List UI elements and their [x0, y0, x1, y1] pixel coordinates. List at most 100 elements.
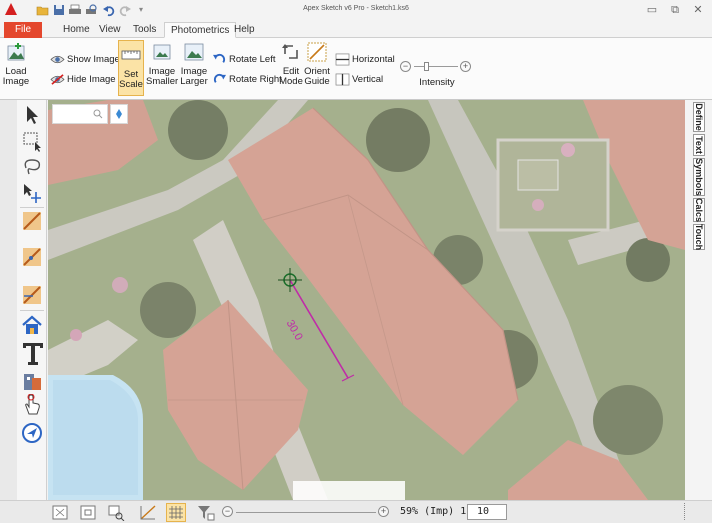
tab-touch[interactable]: Touch: [693, 224, 705, 250]
toolbar-divider-2: [20, 310, 44, 311]
image-larger-label-2: Larger: [180, 76, 208, 87]
title-bar: ▾ Apex Sketch v6 Pro - Sketch1.ks6 ▭ ⧉ ✕: [0, 0, 712, 20]
intensity-increase-button[interactable]: +: [460, 61, 471, 72]
draw-area-icon[interactable]: [21, 284, 43, 306]
rectangle-select-icon[interactable]: [21, 130, 43, 152]
map-search-input[interactable]: [52, 104, 108, 124]
orient-guide-button[interactable]: Orient Guide: [304, 42, 330, 87]
scale-input[interactable]: 10: [467, 504, 507, 520]
grid-icon: [169, 506, 183, 519]
edit-mode-button[interactable]: Edit Mode: [278, 42, 304, 87]
tab-symbols[interactable]: Symbols: [693, 158, 705, 196]
vertical-button[interactable]: Vertical: [335, 72, 383, 88]
intensity-decrease-button[interactable]: −: [400, 61, 411, 72]
aerial-map-canvas[interactable]: 30.0: [48, 100, 685, 500]
horizontal-label: Horizontal: [352, 54, 395, 65]
image-larger-icon: [184, 43, 204, 61]
tab-text[interactable]: Text: [693, 134, 705, 156]
lasso-icon[interactable]: [21, 156, 43, 178]
rotate-right-icon: [213, 73, 226, 83]
search-icon: [93, 109, 103, 119]
navigate-icon[interactable]: [21, 422, 43, 444]
image-larger-button[interactable]: Image Larger: [180, 42, 208, 87]
tab-tools[interactable]: Tools: [127, 22, 162, 38]
right-panel-tabs: Define Text Symbols Calcs Touch: [685, 100, 712, 500]
horizontal-button[interactable]: Horizontal: [335, 52, 395, 68]
status-bar: − + 59% (Imp) 1: 10: [0, 500, 712, 523]
zoom-window-button[interactable]: [106, 503, 126, 522]
rotate-right-label: Rotate Right: [229, 74, 282, 85]
rotate-left-icon: [213, 53, 226, 63]
rotate-left-label: Rotate Left: [229, 54, 276, 65]
zoom-window-icon: [108, 505, 125, 522]
window-title: Apex Sketch v6 Pro - Sketch1.ks6: [303, 5, 409, 12]
edit-mode-label-2: Mode: [279, 76, 303, 87]
image-smaller-label-2: Smaller: [146, 76, 179, 87]
tab-define[interactable]: Define: [693, 102, 705, 132]
zoom-level-text: 59% (Imp) 1:: [400, 506, 473, 517]
minimize-button[interactable]: ▭: [641, 2, 663, 18]
eye-icon: [50, 55, 65, 64]
edit-mode-icon: [282, 44, 298, 59]
locate-button[interactable]: [110, 104, 128, 124]
left-dock-strip: [0, 100, 17, 523]
house-icon[interactable]: [21, 314, 43, 336]
rotate-left-button[interactable]: Rotate Left: [212, 52, 275, 68]
toolbar-divider: [20, 207, 44, 208]
touch-icon[interactable]: [21, 394, 43, 416]
tab-home[interactable]: Home: [57, 22, 96, 38]
move-icon[interactable]: [21, 182, 43, 204]
ribbon-photometrics: Load Image Show Image Hide Image Set Sca…: [0, 38, 712, 100]
rotate-right-button[interactable]: Rotate Right: [212, 72, 282, 88]
zoom-extent-button[interactable]: [78, 503, 98, 522]
horizontal-icon: [335, 53, 350, 66]
intensity-slider[interactable]: − +: [400, 60, 472, 74]
vertical-label: Vertical: [352, 74, 384, 85]
intensity-label: Intensity: [419, 77, 455, 88]
hide-image-label: Hide Image: [67, 74, 116, 85]
tab-help[interactable]: Help: [228, 22, 261, 38]
hide-image-button[interactable]: Hide Image: [50, 72, 116, 88]
load-image-label-2: Image: [2, 76, 30, 87]
tab-calcs[interactable]: Calcs: [693, 198, 705, 222]
text-icon[interactable]: [21, 340, 45, 366]
tab-file[interactable]: File: [4, 22, 42, 38]
draw-polygon-icon[interactable]: [21, 246, 43, 268]
locate-icon: [116, 109, 122, 119]
restore-button[interactable]: ⧉: [664, 2, 686, 18]
tab-photometrics[interactable]: Photometrics: [164, 22, 237, 38]
load-image-button[interactable]: Load Image: [0, 42, 32, 87]
intensity-thumb[interactable]: [424, 62, 429, 71]
orient-guide-icon: [307, 42, 327, 62]
ribbon-tabs: File Home View Tools Photometrics Help: [0, 20, 712, 38]
aerial-image: [48, 100, 685, 500]
draw-segment-icon[interactable]: [21, 210, 43, 232]
orient-guide-label-2: Guide: [304, 76, 330, 87]
set-scale-label-2: Scale: [119, 79, 143, 90]
zoom-out-button[interactable]: −: [222, 506, 233, 517]
resize-grip[interactable]: [684, 503, 687, 520]
filter-button[interactable]: [196, 503, 216, 522]
vertical-icon: [335, 73, 350, 86]
tooltip-popup: [293, 481, 405, 500]
zoom-slider-track[interactable]: [236, 512, 376, 513]
symbol-icon[interactable]: [21, 370, 43, 392]
show-image-button[interactable]: Show Image: [50, 52, 120, 68]
zoom-fit-icon: [52, 505, 68, 520]
zoom-fit-button[interactable]: [50, 503, 70, 522]
drawing-toolbar: [17, 100, 47, 500]
tab-view[interactable]: View: [93, 22, 127, 38]
zoom-extent-icon: [80, 505, 96, 520]
show-image-label: Show Image: [67, 54, 120, 65]
close-button[interactable]: ✕: [687, 2, 709, 18]
set-scale-button[interactable]: Set Scale: [118, 40, 144, 96]
ruler-icon: [121, 50, 141, 60]
grid-button[interactable]: [166, 503, 186, 522]
eye-hidden-icon: [50, 74, 65, 85]
grid-snap-icon: [140, 505, 156, 520]
intensity-track: [414, 66, 458, 67]
zoom-in-button[interactable]: +: [378, 506, 389, 517]
grid-snap-button[interactable]: [138, 503, 158, 522]
image-smaller-button[interactable]: Image Smaller: [146, 42, 178, 87]
select-arrow-icon[interactable]: [21, 104, 43, 126]
